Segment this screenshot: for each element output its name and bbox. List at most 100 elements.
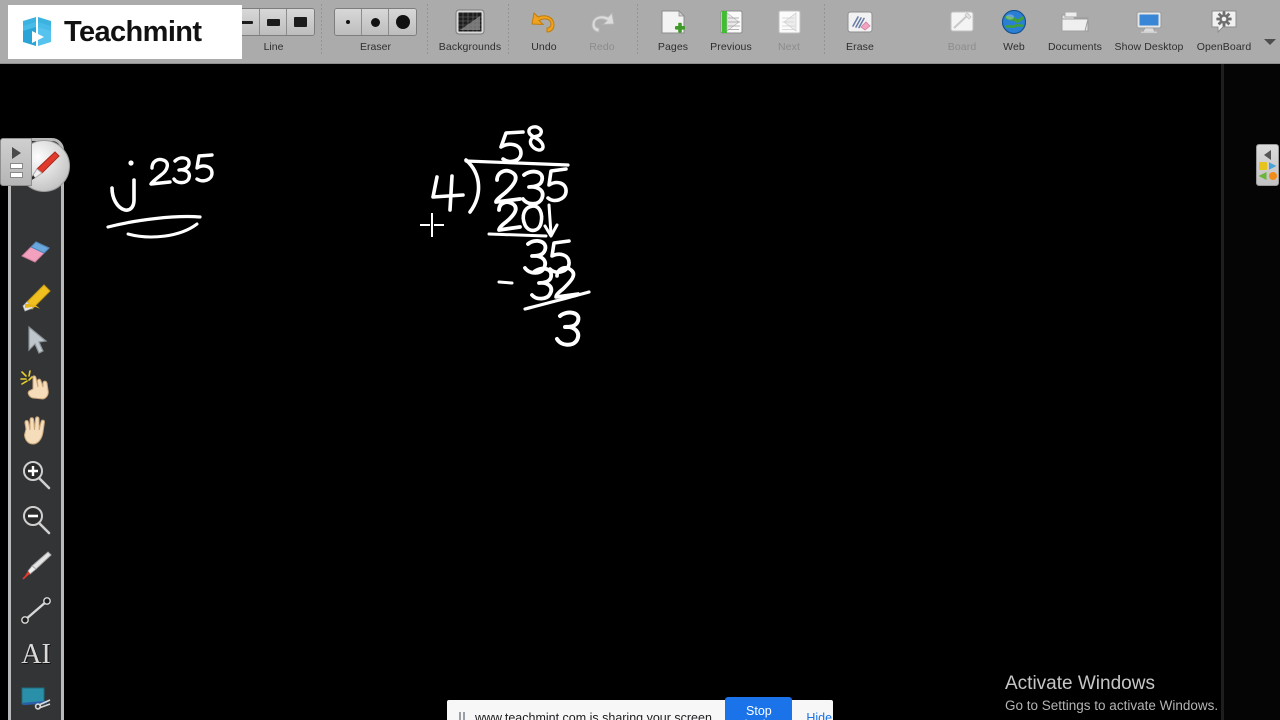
eraser-icon xyxy=(21,241,50,263)
documents-button[interactable]: Documents xyxy=(1040,0,1110,62)
watermark-title: Activate Windows xyxy=(1005,673,1155,694)
openboard-dropdown-button[interactable] xyxy=(1260,0,1280,64)
select-tool[interactable] xyxy=(12,318,60,361)
stop-sharing-button[interactable]: Stop sharing xyxy=(725,697,793,720)
openboard-gear-icon xyxy=(1209,5,1239,39)
tool-palette: AI xyxy=(8,138,64,720)
teachmint-logo: Teachmint xyxy=(8,5,242,59)
erase-board-icon xyxy=(845,5,875,39)
next-page-button[interactable]: Next xyxy=(760,0,818,62)
pages-button[interactable]: Pages xyxy=(644,0,702,62)
show-desktop-button[interactable]: Show Desktop xyxy=(1110,0,1188,62)
page-add-icon xyxy=(658,5,688,39)
line-width-segmented[interactable] xyxy=(232,8,315,36)
redo-label: Redo xyxy=(589,41,615,53)
documents-folder-icon xyxy=(1059,5,1091,39)
stacked-pages-flyout-icon xyxy=(9,162,23,169)
eraser-tool[interactable] xyxy=(12,228,60,271)
undo-button[interactable]: Undo xyxy=(515,0,573,62)
chevron-down-icon xyxy=(1264,39,1276,45)
eraser-dot-medium-icon xyxy=(370,17,380,27)
web-mode-button[interactable]: Web xyxy=(988,0,1040,62)
backgrounds-button[interactable]: Backgrounds xyxy=(438,0,502,62)
teachmint-book-play-logo xyxy=(20,15,54,49)
arrow-pointer-icon xyxy=(28,325,48,354)
text-a-icon: AI xyxy=(21,639,51,671)
eraser-size-segmented[interactable] xyxy=(334,8,417,36)
screen-sharing-bar: www.teachmint.com is sharing your screen… xyxy=(447,697,836,720)
openboard-app: Line Eraser Backgrounds Undo Redo Pages … xyxy=(0,0,1280,720)
top-toolbar: Line Eraser Backgrounds Undo Redo Pages … xyxy=(0,0,1280,64)
undo-label: Undo xyxy=(531,41,557,53)
backgrounds-label: Backgrounds xyxy=(438,41,502,53)
eraser-dot-small-icon xyxy=(346,20,350,24)
show-desktop-monitor-icon xyxy=(1133,5,1165,39)
crosshair-horizontal xyxy=(420,224,444,226)
laser-pen-icon xyxy=(22,551,52,580)
pages-label: Pages xyxy=(657,41,689,53)
virtual-laser-tool[interactable] xyxy=(12,544,60,587)
crosshair-vertical xyxy=(431,213,433,237)
triangle-left-icon xyxy=(1264,150,1271,160)
watermark-subtitle: Go to Settings to activate Windows. xyxy=(1005,698,1219,713)
previous-label: Previous xyxy=(710,41,752,53)
zoom-in-tool[interactable] xyxy=(12,454,60,497)
undo-arrow-icon xyxy=(529,5,559,39)
line-thick-button[interactable] xyxy=(287,9,314,35)
board-pencil-icon xyxy=(947,5,977,39)
hide-sharing-bar-button[interactable]: Hide xyxy=(802,711,836,720)
backgrounds-grid-icon xyxy=(455,5,485,39)
open-hand-icon xyxy=(23,416,45,445)
line-segment-icon xyxy=(21,597,51,625)
toolbar-separator-3 xyxy=(508,4,509,56)
capture-tool[interactable] xyxy=(12,679,60,720)
eraser-size-group: Eraser xyxy=(334,0,417,53)
magnifier-minus-icon xyxy=(23,506,51,535)
magnifier-plus-icon xyxy=(23,461,51,490)
eraser-large-button[interactable] xyxy=(389,9,416,35)
line-tool[interactable] xyxy=(12,589,60,632)
triangle-right-icon xyxy=(11,146,21,159)
toolbar-separator xyxy=(321,4,322,56)
whiteboard-area[interactable]: Activate Windows Go to Settings to activ… xyxy=(0,64,1280,720)
line-width-group: Line xyxy=(232,0,315,53)
eraser-dot-large-icon xyxy=(395,15,410,29)
drawing-canvas[interactable]: Activate Windows Go to Settings to activ… xyxy=(0,64,1222,720)
line-medium-button[interactable] xyxy=(260,9,287,35)
web-label: Web xyxy=(1003,41,1025,53)
pointing-hand-icon xyxy=(20,370,49,400)
erase-board-button[interactable]: Erase xyxy=(831,0,889,62)
previous-page-button[interactable]: Previous xyxy=(702,0,760,62)
text-tool[interactable]: AI xyxy=(12,634,60,677)
stacked-pages-flyout-icon-2 xyxy=(9,171,23,178)
teachmint-wordmark: Teachmint xyxy=(64,15,202,48)
line-medium-icon xyxy=(266,18,280,26)
eraser-group-label: Eraser xyxy=(360,41,391,53)
hand-pan-tool[interactable] xyxy=(12,408,60,451)
crosshair-cursor xyxy=(420,213,444,237)
web-globe-icon xyxy=(1000,5,1028,39)
eraser-small-button[interactable] xyxy=(335,9,362,35)
line-group-label: Line xyxy=(263,41,284,53)
laser-pointer-tool[interactable] xyxy=(12,363,60,406)
line-thick-icon xyxy=(294,17,307,27)
toolbar-separator-5 xyxy=(824,4,825,56)
palette-flyout-tab[interactable] xyxy=(0,138,32,186)
next-label: Next xyxy=(778,41,800,53)
redo-button[interactable]: Redo xyxy=(573,0,631,62)
sharing-message: www.teachmint.com is sharing your screen… xyxy=(475,711,716,720)
library-shapes-icon xyxy=(1258,162,1277,180)
eraser-medium-button[interactable] xyxy=(362,9,389,35)
board-mode-button[interactable]: Board xyxy=(936,0,988,62)
board-label: Board xyxy=(947,41,977,53)
library-handle[interactable] xyxy=(1256,144,1279,186)
toolbar-separator-2 xyxy=(427,4,428,56)
highlighter-marker-icon xyxy=(22,284,51,312)
zoom-out-tool[interactable] xyxy=(12,499,60,542)
highlighter-tool[interactable] xyxy=(12,273,60,316)
screen-capture-icon xyxy=(21,687,51,711)
openboard-menu-button[interactable]: OpenBoard xyxy=(1188,0,1260,62)
page-next-icon xyxy=(774,5,804,39)
redo-arrow-icon xyxy=(587,5,617,39)
erase-label: Erase xyxy=(846,41,874,53)
